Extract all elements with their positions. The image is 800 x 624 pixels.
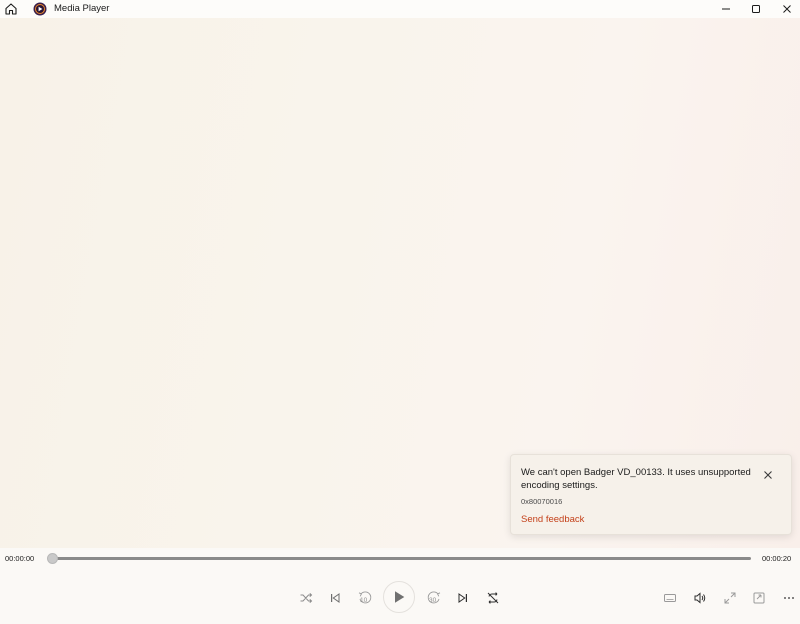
window-title: Media Player [54,3,110,14]
repeat-off-icon [487,592,499,604]
maximize-button[interactable] [741,0,771,18]
error-message: We can't open Badger VD_00133. It uses u… [521,467,751,491]
shuffle-icon [300,593,313,603]
previous-button[interactable] [325,588,345,608]
dismiss-notification-button[interactable] [760,467,776,483]
close-icon [783,5,791,13]
mini-player-icon [753,592,765,604]
previous-icon [331,593,340,603]
error-code: 0x80070016 [521,497,563,506]
error-notification: We can't open Badger VD_00133. It uses u… [510,454,792,535]
more-options-button[interactable] [779,588,799,608]
shuffle-button[interactable] [296,588,316,608]
current-time: 00:00:00 [5,554,35,563]
next-button[interactable] [453,588,473,608]
seek-bar[interactable] [50,557,751,560]
playback-controls: 00:00:00 00:00:20 10 30 [0,548,800,624]
total-time: 00:00:20 [762,554,792,563]
next-icon [458,593,467,603]
minimize-icon [722,8,730,10]
captions-button[interactable] [660,588,680,608]
play-button[interactable] [383,581,415,613]
close-icon [764,471,772,479]
title-bar: Media Player [0,0,800,18]
captions-icon [664,594,676,602]
fullscreen-button[interactable] [720,588,740,608]
minimize-button[interactable] [711,0,741,18]
volume-button[interactable] [690,588,710,608]
mini-player-button[interactable] [749,588,769,608]
media-player-app-icon [33,2,47,16]
maximize-icon [752,5,760,13]
home-icon[interactable] [4,2,18,16]
close-window-button[interactable] [772,0,800,18]
repeat-button[interactable] [483,588,503,608]
seek-thumb[interactable] [47,553,58,564]
more-icon [784,597,794,599]
fullscreen-icon [724,592,736,604]
send-feedback-link[interactable]: Send feedback [521,514,584,525]
rewind-10-label: 10 [360,597,368,604]
volume-icon [694,592,706,604]
play-icon [395,591,405,603]
forward-30-label: 30 [429,597,437,604]
